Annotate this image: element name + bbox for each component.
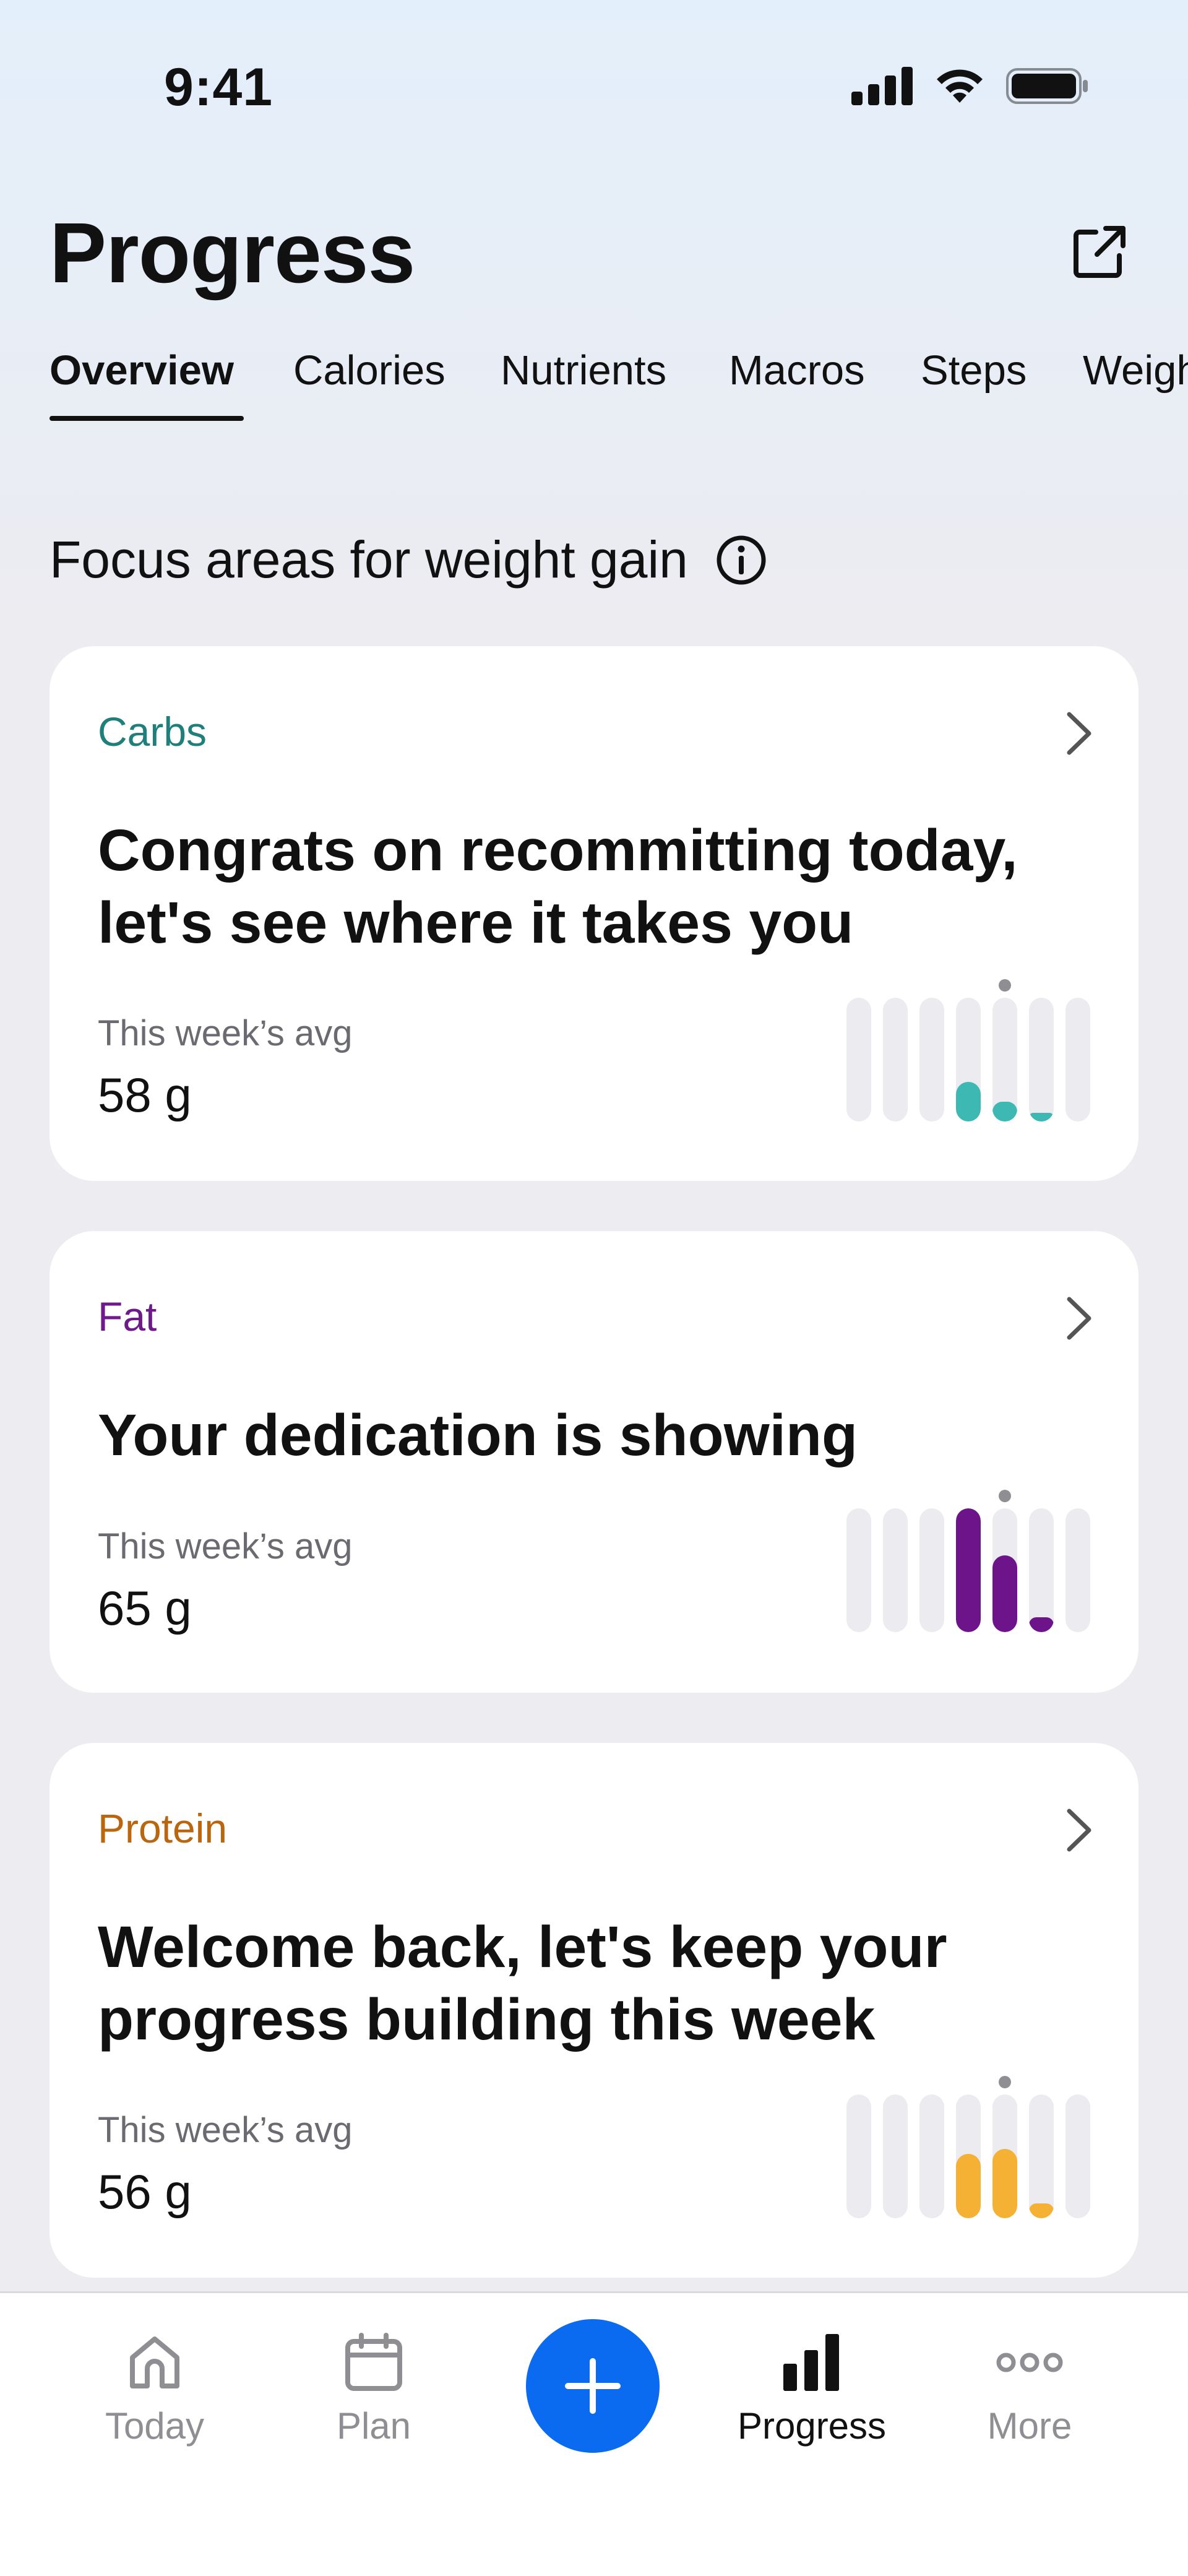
day-bar-track bbox=[1029, 2094, 1054, 2218]
avg-value: 65 g bbox=[98, 1581, 192, 1635]
section-heading: Focus areas for weight gain bbox=[50, 530, 767, 590]
battery-icon bbox=[1006, 68, 1088, 104]
day-bar-track bbox=[846, 998, 871, 1122]
day-bar-track bbox=[1065, 2094, 1090, 2218]
weekly-bars bbox=[846, 979, 1091, 1122]
card-message: Your dedication is showing bbox=[98, 1403, 858, 1468]
nav-plan[interactable]: Plan bbox=[281, 2332, 467, 2447]
weekly-bars bbox=[846, 2076, 1091, 2218]
status-bar: 9:41 bbox=[0, 0, 1188, 149]
status-icons bbox=[851, 67, 1089, 105]
day-bar-track bbox=[956, 998, 981, 1122]
day-bar-fill bbox=[992, 1102, 1017, 1122]
day-bar-fill bbox=[1029, 1113, 1054, 1122]
tab-calories[interactable]: Calories bbox=[293, 347, 446, 394]
day-bar-track bbox=[919, 2094, 944, 2218]
day-bar-track bbox=[992, 998, 1017, 1122]
info-icon[interactable] bbox=[715, 534, 767, 586]
day-bar-track bbox=[1029, 998, 1054, 1122]
day-bar-track bbox=[919, 1508, 944, 1632]
status-time: 9:41 bbox=[164, 58, 273, 117]
day-bar-fill bbox=[992, 1555, 1017, 1632]
day-bar-track bbox=[956, 1508, 981, 1632]
tab-nutrients[interactable]: Nutrients bbox=[501, 347, 666, 394]
card-message: Welcome back, let's keep your progress b… bbox=[98, 1914, 947, 2052]
nav-today[interactable]: Today bbox=[62, 2332, 248, 2447]
day-bar-fill bbox=[1029, 1617, 1054, 1632]
day-bar-track bbox=[846, 2094, 871, 2218]
wifi-icon bbox=[937, 69, 983, 103]
chevron-right-icon bbox=[1067, 712, 1091, 755]
day-bar-track bbox=[883, 998, 908, 1122]
nav-label: Today bbox=[105, 2405, 205, 2447]
day-bar-fill bbox=[956, 1082, 981, 1122]
tab-weight[interactable]: Weight bbox=[1083, 347, 1188, 394]
today-marker-dot bbox=[999, 1490, 1011, 1502]
day-bar-track bbox=[846, 1508, 871, 1632]
avg-value: 56 g bbox=[98, 2164, 192, 2219]
avg-label: This week’s avg bbox=[98, 1013, 353, 1053]
bar-chart-icon bbox=[783, 2334, 839, 2391]
day-bar-track bbox=[1029, 1508, 1054, 1632]
day-bar-track bbox=[992, 2094, 1017, 2218]
active-tab-indicator bbox=[50, 416, 244, 421]
fat-card[interactable]: Fat Your dedication is showing This week… bbox=[50, 1231, 1138, 1693]
avg-label: This week’s avg bbox=[98, 2110, 353, 2150]
card-category: Protein bbox=[98, 1805, 228, 1851]
share-button[interactable] bbox=[1065, 218, 1134, 286]
tab-overview[interactable]: Overview bbox=[50, 347, 234, 394]
bottom-nav: Today Plan Progress More bbox=[0, 2291, 1188, 2576]
today-marker-dot bbox=[999, 979, 1011, 992]
tab-macros[interactable]: Macros bbox=[729, 347, 865, 394]
day-bar-track bbox=[883, 1508, 908, 1632]
day-bar-track bbox=[992, 1508, 1017, 1632]
card-message: Congrats on recommitting today, let's se… bbox=[98, 818, 1018, 956]
card-category: Fat bbox=[98, 1294, 157, 1339]
protein-card[interactable]: Protein Welcome back, let's keep your pr… bbox=[50, 1743, 1138, 2278]
chevron-right-icon bbox=[1067, 1809, 1091, 1852]
day-bar-fill bbox=[1029, 2203, 1054, 2218]
share-icon bbox=[1074, 226, 1126, 278]
today-marker-dot bbox=[999, 2076, 1011, 2088]
nav-label: Plan bbox=[336, 2405, 411, 2447]
signal-icon bbox=[851, 67, 913, 105]
day-bar-track bbox=[883, 2094, 908, 2218]
page-title: Progress bbox=[50, 205, 415, 301]
more-icon bbox=[996, 2353, 1063, 2372]
day-bar-track bbox=[1065, 998, 1090, 1122]
section-title: Focus areas for weight gain bbox=[50, 530, 688, 589]
chevron-right-icon bbox=[1067, 1297, 1091, 1340]
avg-label: This week’s avg bbox=[98, 1526, 353, 1567]
weekly-bars bbox=[846, 1490, 1091, 1632]
calendar-icon bbox=[345, 2333, 402, 2391]
plus-icon bbox=[565, 2358, 621, 2414]
add-button[interactable] bbox=[526, 2319, 660, 2453]
day-bar-fill bbox=[956, 2154, 981, 2218]
tab-steps[interactable]: Steps bbox=[921, 347, 1027, 394]
day-bar-fill bbox=[956, 1508, 981, 1632]
carbs-card[interactable]: Carbs Congrats on recommitting today, le… bbox=[50, 646, 1138, 1181]
tab-bar: Overview Calories Nutrients Macros Steps… bbox=[50, 347, 1188, 427]
nav-label: Progress bbox=[737, 2405, 887, 2447]
nav-label: More bbox=[987, 2405, 1072, 2447]
day-bar-fill bbox=[992, 2149, 1017, 2218]
nav-more[interactable]: More bbox=[937, 2332, 1122, 2447]
day-bar-track bbox=[956, 2094, 981, 2218]
day-bar-track bbox=[919, 998, 944, 1122]
avg-value: 58 g bbox=[98, 1068, 192, 1122]
card-category: Carbs bbox=[98, 709, 207, 754]
home-icon bbox=[130, 2336, 179, 2388]
day-bar-track bbox=[1065, 1508, 1090, 1632]
nav-progress[interactable]: Progress bbox=[719, 2332, 905, 2447]
